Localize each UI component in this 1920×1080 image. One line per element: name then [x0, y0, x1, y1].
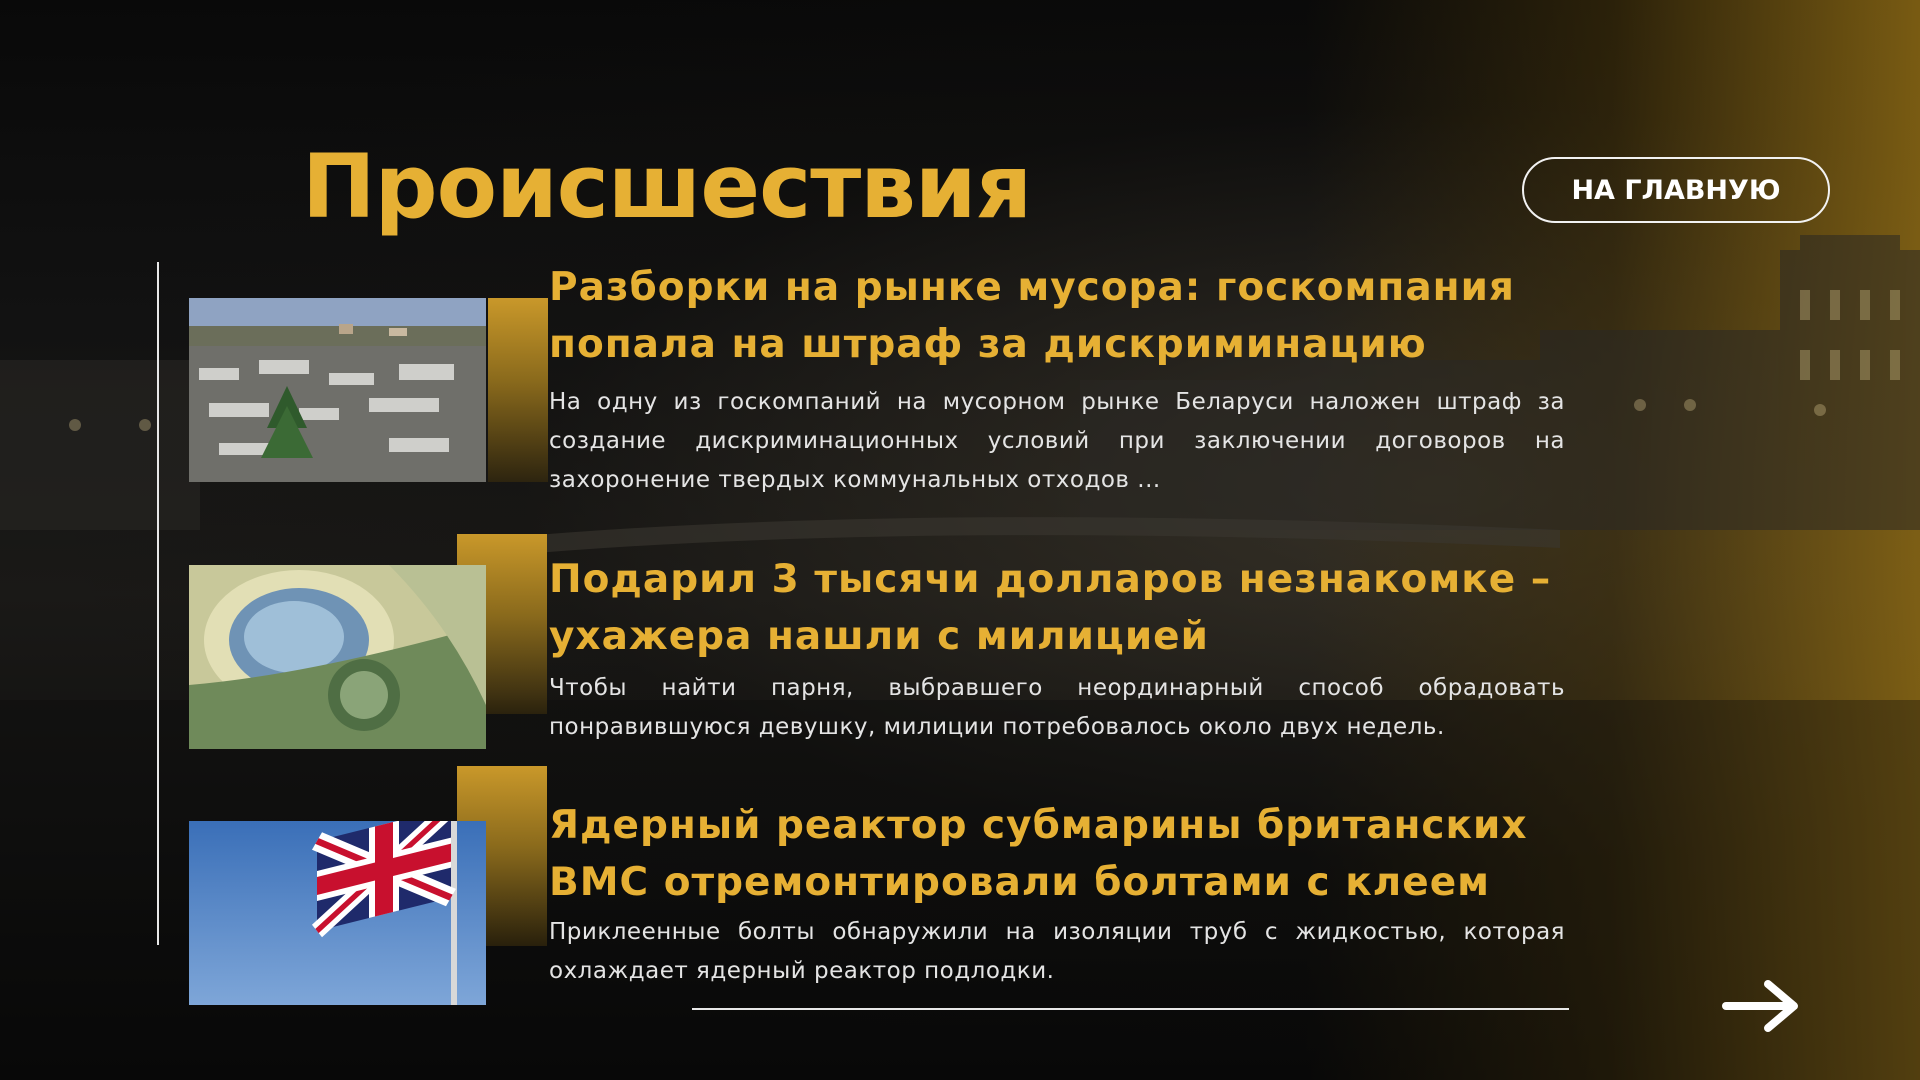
accent-block [488, 298, 548, 482]
bottom-divider-line [692, 1008, 1569, 1010]
article-thumbnail-dollars[interactable] [189, 565, 486, 749]
arrow-right-icon[interactable] [1722, 978, 1802, 1034]
landfill-photo-icon [189, 298, 486, 482]
home-button[interactable]: НА ГЛАВНУЮ [1522, 157, 1830, 223]
article-excerpt: Чтобы найти парня, выбравшего неординарн… [549, 675, 1565, 740]
article-headline[interactable]: Подарил 3 тысячи долларов незнакомке – у… [549, 551, 1565, 665]
article-item: Подарил 3 тысячи долларов незнакомке – у… [549, 551, 1565, 747]
left-divider-line [157, 262, 159, 945]
union-jack-flag-photo-icon [189, 821, 486, 1005]
slide: Происшествия НА ГЛАВНУЮ Разборки на рынк… [0, 0, 1920, 1080]
article-excerpt: Приклеенные болты обнаружили на изоляции… [549, 919, 1565, 984]
headline-line: Разборки на рынке мусора: госкомпания [549, 265, 1515, 310]
article-headline[interactable]: Ядерный реактор субмарины британских ВМС… [549, 797, 1565, 911]
article-item: Ядерный реактор субмарины британских ВМС… [549, 797, 1565, 991]
article-thumbnail-landfill[interactable] [189, 298, 486, 482]
dollar-bill-photo-icon [189, 565, 486, 749]
article-item: Разборки на рынке мусора: госкомпания по… [549, 259, 1565, 500]
headline-line: ВМС отремонтировали болтами с клеем [549, 860, 1491, 905]
page-title: Происшествия [302, 135, 1032, 238]
headline-line: ухажера нашли с милицией [549, 614, 1209, 659]
article-excerpt: На одну из госкомпаний на мусорном рынке… [549, 389, 1565, 493]
article-thumbnail-flag[interactable] [189, 821, 486, 1005]
headline-line: Ядерный реактор субмарины британских [549, 803, 1528, 848]
article-headline[interactable]: Разборки на рынке мусора: госкомпания по… [549, 259, 1565, 373]
headline-line: Подарил 3 тысячи долларов незнакомке – [549, 557, 1552, 602]
headline-line: попала на штраф за дискриминацию [549, 322, 1427, 367]
